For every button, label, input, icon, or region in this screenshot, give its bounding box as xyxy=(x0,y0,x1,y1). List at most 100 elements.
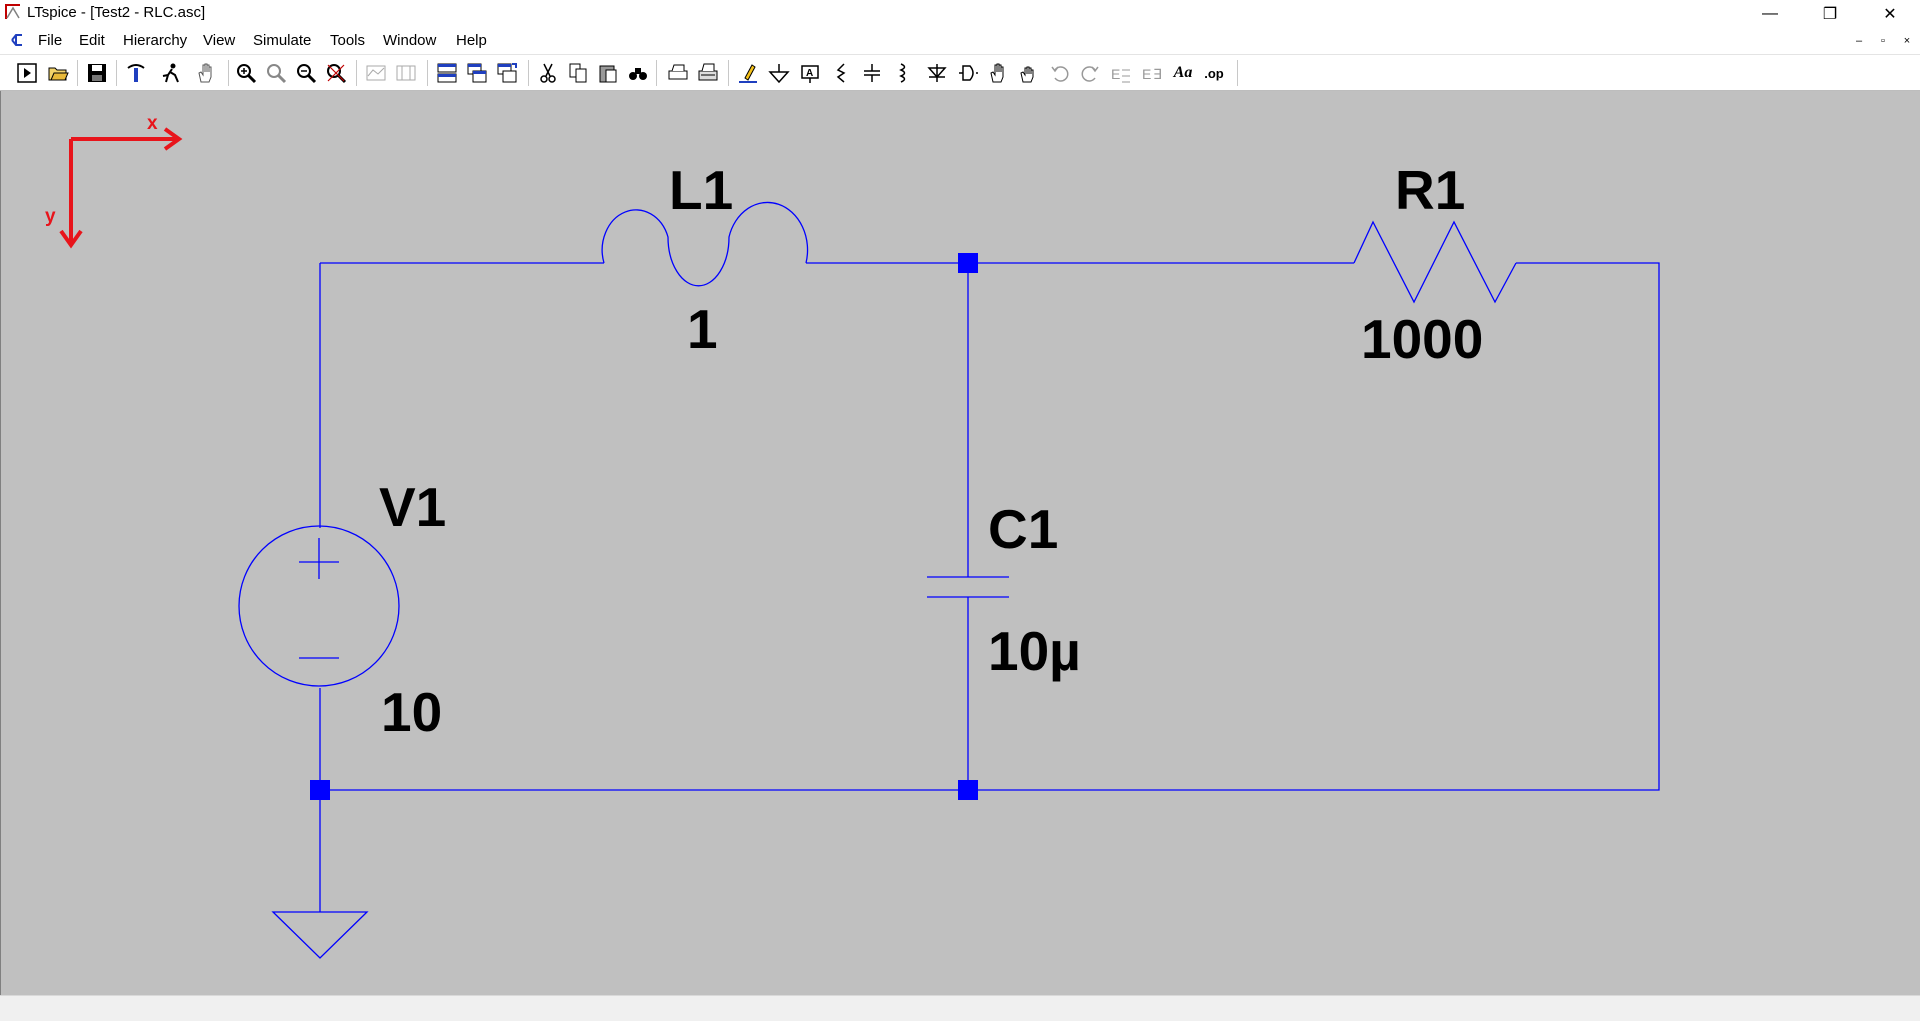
voltage-source-v1[interactable] xyxy=(238,525,400,687)
resistor-r1[interactable] xyxy=(1353,220,1517,304)
status-bar xyxy=(0,995,1920,1021)
v1-name: V1 xyxy=(379,476,446,538)
title-bar: LTspice - [Test2 - RLC.asc] — ❐ ✕ xyxy=(0,0,1920,28)
zoom-out-icon xyxy=(297,64,317,84)
menu-bar: File Edit Hierarchy View Simulate Tools … xyxy=(0,28,1920,55)
save-button[interactable] xyxy=(84,60,110,86)
find-button[interactable] xyxy=(625,60,651,86)
schematic-canvas[interactable]: x y V1 10 L1 1 C1 10µ R1 1000 xyxy=(0,91,1920,995)
zoom-out-button[interactable] xyxy=(293,60,319,86)
ground-button[interactable] xyxy=(766,60,792,86)
print-button[interactable] xyxy=(665,60,691,86)
ground-symbol[interactable] xyxy=(271,911,369,959)
zoom-fit-icon xyxy=(327,64,347,84)
zoom-area-icon xyxy=(267,64,287,84)
r1-value: 1000 xyxy=(1361,308,1483,370)
cascade-button[interactable] xyxy=(464,60,490,86)
svg-text:E: E xyxy=(1111,66,1120,82)
open-button[interactable] xyxy=(45,60,71,86)
svg-text:E: E xyxy=(1142,66,1151,82)
c1-value: 10µ xyxy=(988,620,1081,682)
diode-button[interactable] xyxy=(924,60,950,86)
copy-icon xyxy=(569,63,587,83)
move-button[interactable] xyxy=(986,60,1012,86)
zoom-in-icon xyxy=(237,64,257,84)
mdi-minimize-button[interactable]: – xyxy=(1850,33,1868,49)
inductor-button[interactable] xyxy=(890,60,916,86)
save-icon xyxy=(88,64,106,82)
menu-view[interactable]: View xyxy=(203,32,235,49)
tile-vertical-button[interactable] xyxy=(494,60,520,86)
spice-directive-icon: .op xyxy=(1204,65,1224,81)
ltspice-logo-icon xyxy=(5,4,20,19)
tile-horizontal-icon xyxy=(437,63,457,83)
junction-node[interactable] xyxy=(958,253,978,273)
autorange-icon xyxy=(366,65,386,81)
copy-button[interactable] xyxy=(565,60,591,86)
minimize-button[interactable]: — xyxy=(1740,0,1800,28)
pan-button[interactable] xyxy=(193,60,219,86)
pan-icon xyxy=(198,63,212,83)
menu-help[interactable]: Help xyxy=(456,32,487,49)
paste-icon xyxy=(599,65,617,83)
c1-name: C1 xyxy=(988,498,1058,560)
zoom-area-button[interactable] xyxy=(263,60,289,86)
junction-node[interactable] xyxy=(958,780,978,800)
mark-range-button[interactable] xyxy=(393,60,419,86)
schematic-doc-icon[interactable] xyxy=(8,31,26,49)
halt-icon xyxy=(162,63,179,83)
close-icon: ✕ xyxy=(1883,6,1897,23)
ground-icon xyxy=(768,64,790,84)
menu-window[interactable]: Window xyxy=(383,32,436,49)
component-button[interactable] xyxy=(955,60,981,86)
close-button[interactable]: ✕ xyxy=(1860,0,1920,28)
find-icon xyxy=(629,68,647,80)
control-panel-icon xyxy=(127,64,145,82)
draw-wire-button[interactable] xyxy=(735,60,761,86)
draw-wire-icon xyxy=(739,64,757,83)
capacitor-button[interactable] xyxy=(859,60,885,86)
redo-icon xyxy=(1081,66,1099,82)
text-button[interactable]: Aa xyxy=(1170,60,1196,86)
menu-simulate[interactable]: Simulate xyxy=(253,32,311,49)
redo-button[interactable] xyxy=(1077,60,1103,86)
paste-button[interactable] xyxy=(595,60,621,86)
restore-button[interactable]: ❐ xyxy=(1800,0,1860,28)
label-net-button[interactable]: A xyxy=(797,60,823,86)
print-preview-icon xyxy=(698,63,718,81)
restore-icon: ❐ xyxy=(1822,6,1838,23)
drag-button[interactable] xyxy=(1016,60,1042,86)
cut-button[interactable] xyxy=(535,60,561,86)
tile-vertical-icon xyxy=(497,63,517,83)
move-icon xyxy=(990,63,1004,83)
menu-hierarchy[interactable]: Hierarchy xyxy=(123,32,187,49)
menu-tools[interactable]: Tools xyxy=(330,32,365,49)
undo-button[interactable] xyxy=(1047,60,1073,86)
schematic-drawing[interactable]: x y V1 10 L1 1 C1 10µ R1 1000 xyxy=(1,91,1920,995)
zoom-in-button[interactable] xyxy=(233,60,259,86)
menu-file[interactable]: File xyxy=(38,32,62,49)
open-icon xyxy=(48,67,69,81)
capacitor-c1[interactable] xyxy=(927,576,1009,598)
run-button[interactable] xyxy=(14,60,40,86)
autorange-button[interactable] xyxy=(363,60,389,86)
resistor-icon xyxy=(836,63,846,83)
svg-text:A: A xyxy=(806,68,813,79)
junction-node[interactable] xyxy=(310,780,330,800)
halt-button[interactable] xyxy=(158,60,184,86)
print-preview-button[interactable] xyxy=(695,60,721,86)
run-icon xyxy=(17,63,37,83)
spice-directive-button[interactable]: .op xyxy=(1201,60,1227,86)
menu-edit[interactable]: Edit xyxy=(79,32,105,49)
rotate-button[interactable]: E xyxy=(1108,60,1134,86)
component-icon xyxy=(959,65,978,81)
tile-horizontal-button[interactable] xyxy=(434,60,460,86)
control-panel-button[interactable] xyxy=(123,60,149,86)
mdi-restore-button[interactable]: ▫ xyxy=(1874,33,1892,49)
capacitor-icon xyxy=(864,64,880,82)
mark-range-icon xyxy=(396,65,416,81)
resistor-button[interactable] xyxy=(828,60,854,86)
mirror-button[interactable]: E ∃ xyxy=(1139,60,1165,86)
mdi-close-button[interactable]: × xyxy=(1898,33,1916,49)
zoom-fit-button[interactable] xyxy=(323,60,349,86)
